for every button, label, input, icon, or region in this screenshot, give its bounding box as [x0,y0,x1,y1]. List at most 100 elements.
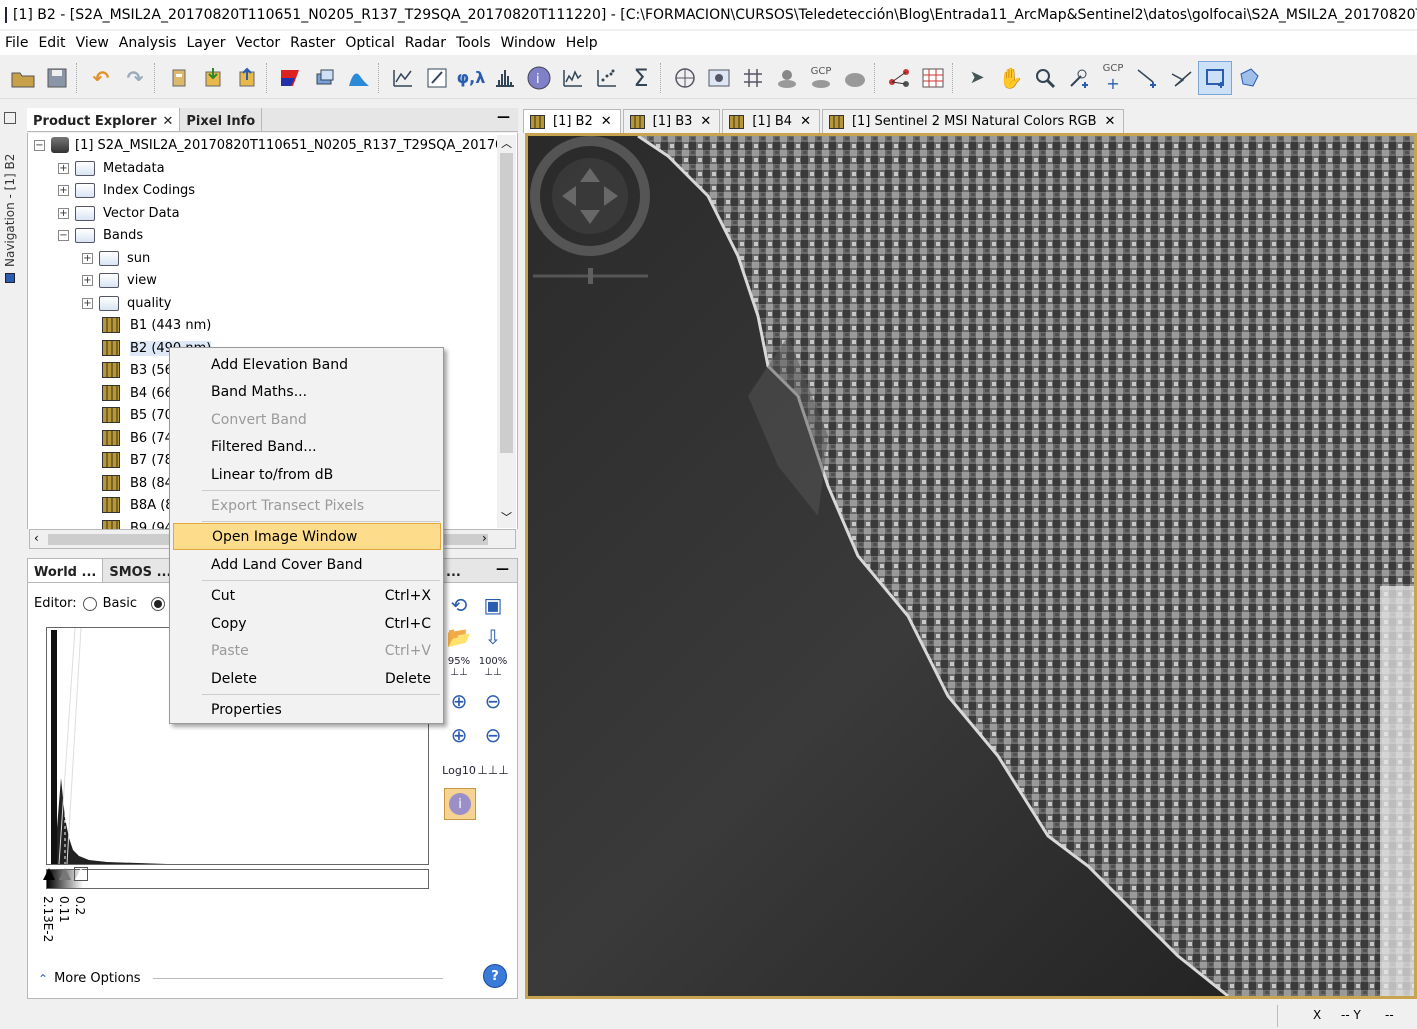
expand-icon[interactable]: + [82,274,93,286]
tree-node-metadata[interactable]: + Metadata [58,157,165,179]
polyline-draw-icon[interactable] [1164,61,1198,95]
export-palette-icon[interactable]: ⇩ [478,622,508,652]
range-95-button[interactable]: 95% ⊥⊥ [444,652,474,682]
restore-icon[interactable] [4,112,16,124]
menu-item-cut[interactable]: Cut Ctrl+X [173,582,441,609]
menu-item-delete[interactable]: Delete Delete [173,665,441,692]
close-icon[interactable]: ✕ [800,114,811,129]
menu-item-properties[interactable]: Properties [173,696,441,723]
expand-icon[interactable]: + [58,207,69,219]
layers-icon[interactable] [308,61,342,95]
slider-handle-high[interactable] [74,867,88,881]
tab-world-view[interactable]: World ... [28,559,104,582]
tree-node-bands[interactable]: − Bands [58,224,143,246]
menu-item-open-image-window[interactable]: Open Image Window [173,523,441,550]
gcp-add-icon[interactable]: GCP + [1096,61,1130,95]
mask-icon[interactable] [838,61,872,95]
zoom-icon[interactable] [1028,61,1062,95]
close-icon[interactable]: ✕ [601,114,612,129]
menu-optical[interactable]: Optical [340,35,399,51]
tree-node-view[interactable]: + view [82,269,157,291]
expand-icon[interactable]: + [58,162,69,174]
close-icon[interactable]: ✕ [1105,114,1116,129]
edit-icon[interactable] [420,61,454,95]
log-scale-button[interactable]: Log10 [442,755,476,785]
information-icon[interactable]: i [444,788,476,820]
menu-item-copy[interactable]: Copy Ctrl+C [173,610,441,637]
tree-node-quality[interactable]: + quality [82,292,171,314]
export-icon[interactable] [230,61,264,95]
menu-raster[interactable]: Raster [285,35,340,51]
gcp-icon[interactable]: GCP [804,61,838,95]
zoom-in-vertical-icon[interactable]: ⊕ [444,686,474,716]
tree-band-b8[interactable]: B8 (84 [102,472,173,494]
menu-analysis[interactable]: Analysis [114,35,182,51]
tree-band-b5[interactable]: B5 (70 [102,404,173,426]
collapse-icon[interactable]: − [58,229,69,241]
matrix-icon[interactable] [916,61,950,95]
select-icon[interactable]: ➤ [960,61,994,95]
expand-icon[interactable]: + [58,184,69,196]
undo-icon[interactable]: ↶ [84,61,118,95]
collapse-icon[interactable]: − [34,139,45,151]
range-100-button[interactable]: 100% ⊥⊥ [478,652,508,682]
more-options-row[interactable]: ⌃ More Options [38,971,443,986]
tab-image-rgb[interactable]: [1] Sentinel 2 MSI Natural Colors RGB ✕ [821,109,1125,133]
menu-item-band-maths[interactable]: Band Maths... [173,378,441,405]
phi-lambda-icon[interactable]: φ,λ [454,61,488,95]
tab-smos[interactable]: SMOS ... [103,559,179,582]
menu-file[interactable]: File [0,35,33,51]
close-icon[interactable]: ✕ [162,114,173,129]
tree-band-b8a[interactable]: B8A (8 [102,494,174,516]
menu-vector[interactable]: Vector [231,35,286,51]
minimize-button[interactable]: — [497,110,510,125]
navigation-tab[interactable]: Navigation - [1] B2 [2,138,18,283]
menu-item-add-elevation-band[interactable]: Add Elevation Band [173,351,441,378]
menu-view[interactable]: View [71,35,114,51]
pan-icon[interactable]: ✋ [994,61,1028,95]
distribute-sliders-icon[interactable]: ⊥⊥⊥ [477,755,508,785]
redo-icon[interactable]: ↷ [118,61,152,95]
spectrum-icon[interactable] [386,61,420,95]
graph-icon[interactable] [882,61,916,95]
tab-pixel-info[interactable]: Pixel Info [180,108,263,131]
multi-apply-icon[interactable]: ▣ [478,590,508,620]
tree-node-sun[interactable]: + sun [82,247,150,269]
expand-icon[interactable]: + [82,297,93,309]
basic-radio[interactable] [82,596,97,611]
menu-help[interactable]: Help [561,35,603,51]
tree-node-vector-data[interactable]: + Vector Data [58,202,180,224]
close-icon[interactable]: ✕ [700,114,711,129]
tree-band-b4[interactable]: B4 (66 [102,382,173,404]
tab-image-b2[interactable]: [1] B2 ✕ [523,109,621,133]
import-icon[interactable] [196,61,230,95]
tab-image-b3[interactable]: [1] B3 ✕ [622,109,721,133]
rectangle-draw-icon[interactable] [1198,60,1232,95]
rgb-icon[interactable] [274,61,308,95]
menu-item-linear-db[interactable]: Linear to/from dB [173,461,441,488]
menu-tools[interactable]: Tools [451,35,496,51]
menu-item-add-land-cover-band[interactable]: Add Land Cover Band [173,551,441,578]
scroll-right-icon[interactable]: › [482,531,487,545]
profile-icon[interactable] [556,61,590,95]
tab-colour-manipulation[interactable]: ... [440,559,467,582]
reset-icon[interactable]: ⟲ [444,590,474,620]
grid-icon[interactable] [736,61,770,95]
tree-band-b6[interactable]: B6 (74 [102,427,173,449]
session-icon[interactable] [162,61,196,95]
expand-icon[interactable]: + [82,252,93,264]
polygon-draw-icon[interactable] [1232,61,1266,95]
image-view[interactable] [525,133,1417,999]
histogram-icon[interactable] [488,61,522,95]
minimize-button[interactable]: — [496,562,509,577]
scatter-icon[interactable] [590,61,624,95]
tree-band-b1[interactable]: B1 (443 nm) [102,314,211,336]
color-gradient-bar[interactable] [43,867,429,889]
tree-vertical-scrollbar[interactable]: ︿ ﹀ [497,135,516,528]
scroll-left-icon[interactable]: ‹ [34,531,39,545]
sum-icon[interactable]: Σ [624,61,658,95]
menu-item-filtered-band[interactable]: Filtered Band... [173,433,441,460]
tab-product-explorer[interactable]: Product Explorer ✕ [27,108,181,131]
scroll-up-icon[interactable]: ︿ [501,135,512,151]
menu-radar[interactable]: Radar [400,35,451,51]
